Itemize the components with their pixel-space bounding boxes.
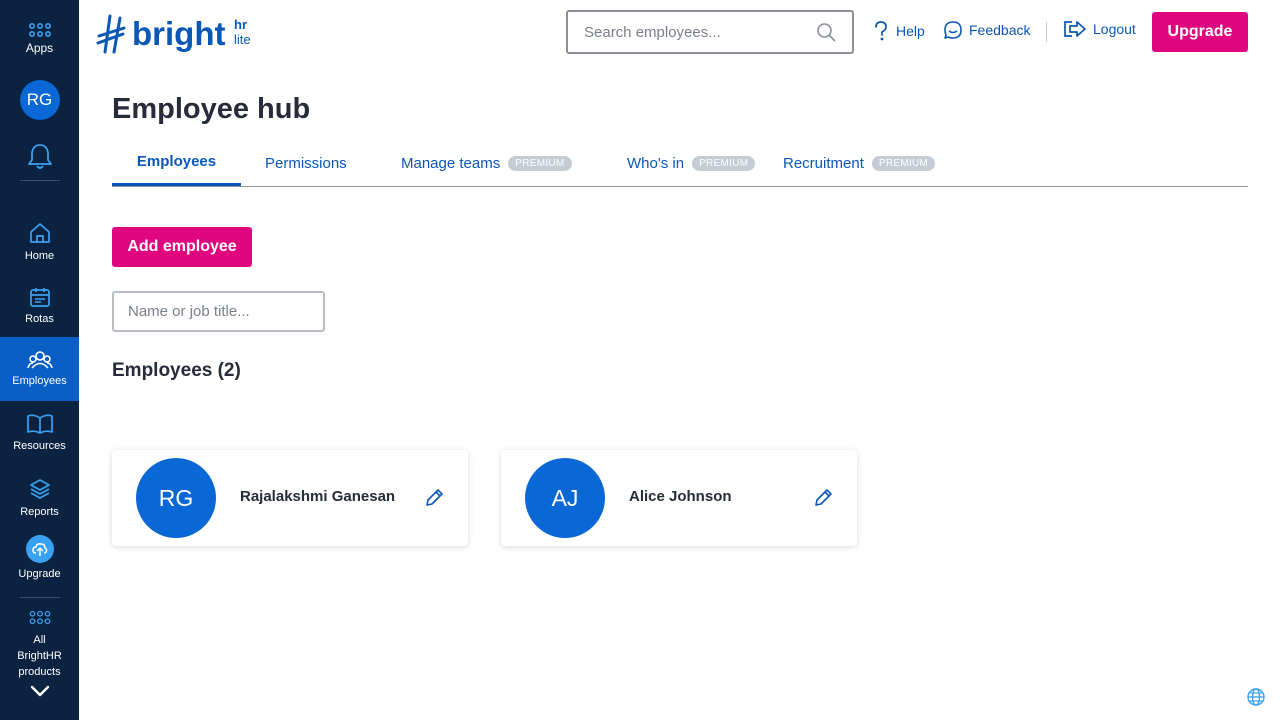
- avatar: RG: [136, 458, 216, 538]
- tab-label: Who's in: [627, 155, 685, 172]
- sidebar-item-label: products: [18, 666, 61, 678]
- sidebar-item-label: Resources: [13, 440, 66, 452]
- tab-recruitment[interactable]: Recruitment PREMIUM: [783, 140, 936, 187]
- tab-label: Permissions: [265, 155, 347, 172]
- apps-label: Apps: [25, 41, 54, 55]
- employees-count-heading: Employees (2): [112, 360, 241, 381]
- search-input[interactable]: [584, 23, 816, 41]
- calendar-icon: [29, 288, 50, 307]
- tab-manage-teams[interactable]: Manage teams PREMIUM: [401, 140, 572, 187]
- sidebar-expand-button[interactable]: [0, 684, 79, 698]
- help-link[interactable]: Help: [872, 20, 925, 42]
- help-label: Help: [896, 23, 925, 39]
- sidebar-item-label: Home: [24, 250, 55, 262]
- user-avatar-button[interactable]: RG: [0, 80, 79, 120]
- search-icon[interactable]: [816, 22, 836, 42]
- avatar: AJ: [525, 458, 605, 538]
- brand-name: bright: [132, 15, 225, 52]
- filter-input[interactable]: [128, 303, 309, 320]
- edit-pencil-icon[interactable]: [813, 488, 833, 508]
- sidebar-item-employees[interactable]: Employees: [0, 337, 79, 401]
- globe-icon[interactable]: [1246, 687, 1266, 707]
- chat-bubble-icon: [944, 21, 962, 39]
- edit-pencil-icon[interactable]: [424, 488, 444, 508]
- employee-filter[interactable]: [112, 291, 325, 332]
- upgrade-button[interactable]: Upgrade: [1152, 12, 1248, 52]
- sidebar-item-reports[interactable]: Reports: [0, 477, 79, 533]
- page-title: Employee hub: [112, 93, 311, 125]
- question-icon: [875, 21, 887, 41]
- sidebar-item-resources[interactable]: Resources: [0, 413, 79, 469]
- notifications-button[interactable]: [0, 142, 79, 170]
- book-icon: [26, 414, 53, 434]
- bell-icon: [27, 144, 52, 169]
- employee-name[interactable]: Rajalakshmi Ganesan: [240, 488, 395, 505]
- apps-button[interactable]: Apps: [0, 22, 79, 55]
- sidebar-item-upgrade[interactable]: Upgrade: [0, 535, 79, 591]
- tab-whos-in[interactable]: Who's in PREMIUM: [627, 140, 756, 187]
- sidebar-item-all-products[interactable]: All BrightHR products: [0, 610, 79, 680]
- feedback-label: Feedback: [969, 22, 1031, 38]
- sidebar-item-label: Upgrade: [18, 568, 61, 580]
- brand-superscript: hr: [234, 17, 247, 32]
- brand-subscript: lite: [234, 32, 251, 47]
- tab-bar: Employees Permissions Manage teams PREMI…: [112, 140, 1248, 187]
- tab-label: Manage teams: [401, 155, 501, 172]
- header-divider: [1046, 22, 1047, 42]
- sidebar-divider: [20, 180, 60, 181]
- tab-label: Recruitment: [783, 155, 864, 172]
- sidebar: Apps RG Home Rotas Employees Resources R…: [0, 0, 79, 720]
- logout-link[interactable]: Logout: [1063, 20, 1136, 38]
- employee-name[interactable]: Alice Johnson: [629, 488, 732, 505]
- people-icon: [26, 351, 53, 369]
- sidebar-item-label: All: [33, 634, 46, 646]
- premium-badge: PREMIUM: [508, 156, 572, 171]
- layers-icon: [29, 479, 50, 499]
- upload-icon: [25, 535, 54, 563]
- premium-badge: PREMIUM: [871, 156, 936, 171]
- avatar: RG: [19, 80, 60, 120]
- sidebar-item-rotas[interactable]: Rotas: [0, 286, 79, 342]
- sidebar-item-label: BrightHR: [17, 650, 62, 662]
- sidebar-item-label: Employees: [12, 375, 67, 387]
- sidebar-divider: [20, 597, 60, 598]
- brighthr-logo[interactable]: bright hr lite: [96, 12, 261, 61]
- employee-card[interactable]: AJ Alice Johnson: [501, 450, 857, 546]
- employee-search[interactable]: [566, 10, 854, 54]
- logout-icon: [1064, 21, 1086, 37]
- tab-permissions[interactable]: Permissions: [265, 140, 347, 187]
- sidebar-item-label: Reports: [20, 506, 59, 518]
- sidebar-item-label: Rotas: [25, 313, 54, 325]
- home-icon: [29, 223, 50, 243]
- logout-label: Logout: [1093, 21, 1136, 37]
- sidebar-item-home[interactable]: Home: [0, 221, 79, 277]
- chevron-down-icon: [30, 685, 49, 697]
- premium-badge: PREMIUM: [692, 156, 756, 171]
- employee-card[interactable]: RG Rajalakshmi Ganesan: [112, 450, 468, 546]
- tab-label: Employees: [136, 153, 217, 170]
- add-employee-button[interactable]: Add employee: [112, 227, 252, 267]
- apps-grid-icon: [29, 610, 50, 625]
- feedback-link[interactable]: Feedback: [943, 20, 1030, 40]
- apps-grid-icon: [28, 22, 51, 38]
- tab-employees[interactable]: Employees: [112, 140, 241, 186]
